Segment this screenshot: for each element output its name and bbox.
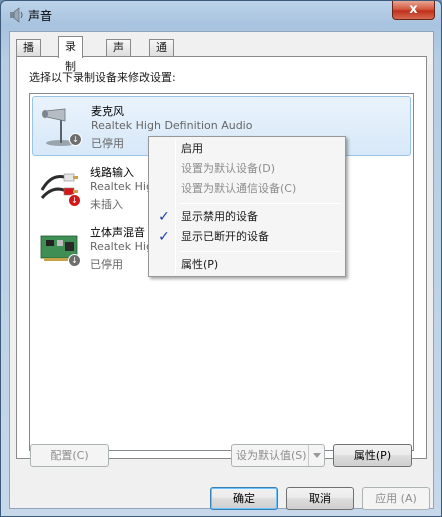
ok-button[interactable]: 确定 xyxy=(210,487,278,510)
device-description: Realtek Hig xyxy=(90,180,153,193)
apply-button[interactable]: 应用 (A) xyxy=(362,487,430,510)
menu-item-show-disabled-devices[interactable]: ✓ 显示禁用的设备 xyxy=(151,207,343,227)
menu-item-label: 显示已断开的设备 xyxy=(181,230,269,243)
down-arrow-badge-icon: ↓ xyxy=(68,254,81,267)
sound-dialog: 声音 x 播放 录制 声音 通信 选择以下录制设备来修改设置: xyxy=(0,0,442,517)
device-description: Realtek Hig xyxy=(90,240,153,253)
menu-separator xyxy=(179,203,341,204)
device-status: 未插入 xyxy=(90,198,123,211)
device-description: Realtek High Definition Audio xyxy=(91,119,253,132)
down-arrow-badge-icon: ↓ xyxy=(69,133,82,146)
menu-item-label: 属性(P) xyxy=(181,258,219,271)
set-default-split-button[interactable]: 设为默认值(S) xyxy=(231,444,325,467)
menu-item-label: 设置为默认通信设备(C) xyxy=(181,182,297,195)
close-icon: x xyxy=(409,2,418,17)
set-default-label: 设为默认值(S) xyxy=(236,449,307,462)
device-name: 麦克风 xyxy=(91,105,124,118)
device-name: 立体声混音 xyxy=(90,226,145,239)
menu-item-label: 启用 xyxy=(181,142,203,155)
red-down-arrow-badge-icon: ↓ xyxy=(68,194,81,207)
menu-item-label: 设置为默认设备(D) xyxy=(181,162,276,175)
menu-item-properties[interactable]: 属性(P) xyxy=(151,255,343,275)
instruction-text: 选择以下录制设备来修改设置: xyxy=(29,71,176,84)
tab-recording[interactable]: 录制 xyxy=(58,36,83,73)
device-status: 已停用 xyxy=(90,258,123,271)
menu-item-enable[interactable]: 启用 xyxy=(151,139,343,159)
close-button[interactable]: x xyxy=(392,1,435,20)
title-bar[interactable]: 声音 x xyxy=(1,1,441,29)
speaker-icon xyxy=(10,7,23,23)
tab-sounds[interactable]: 声音 xyxy=(106,39,131,70)
tab-communications[interactable]: 通信 xyxy=(149,39,174,70)
tab-playback[interactable]: 播放 xyxy=(16,39,41,70)
device-status: 已停用 xyxy=(91,137,124,150)
device-name: 线路输入 xyxy=(90,166,134,179)
properties-button[interactable]: 属性(P) xyxy=(333,444,412,467)
context-menu: 启用 设置为默认设备(D) 设置为默认通信设备(C) ✓ 显示禁用的设备 ✓ 显… xyxy=(148,136,346,277)
checkmark-icon: ✓ xyxy=(158,229,170,245)
chevron-down-icon[interactable] xyxy=(308,445,324,466)
menu-item-label: 显示禁用的设备 xyxy=(181,210,258,223)
configure-button[interactable]: 配置(C) xyxy=(30,444,109,467)
menu-separator xyxy=(179,251,341,252)
menu-item-set-default-comm-device: 设置为默认通信设备(C) xyxy=(151,179,343,199)
cancel-button[interactable]: 取消 xyxy=(286,487,354,510)
window-title: 声音 xyxy=(28,9,53,23)
menu-item-set-default-device: 设置为默认设备(D) xyxy=(151,159,343,179)
menu-item-show-disconnected-devices[interactable]: ✓ 显示已断开的设备 xyxy=(151,227,343,247)
checkmark-icon: ✓ xyxy=(158,209,170,225)
